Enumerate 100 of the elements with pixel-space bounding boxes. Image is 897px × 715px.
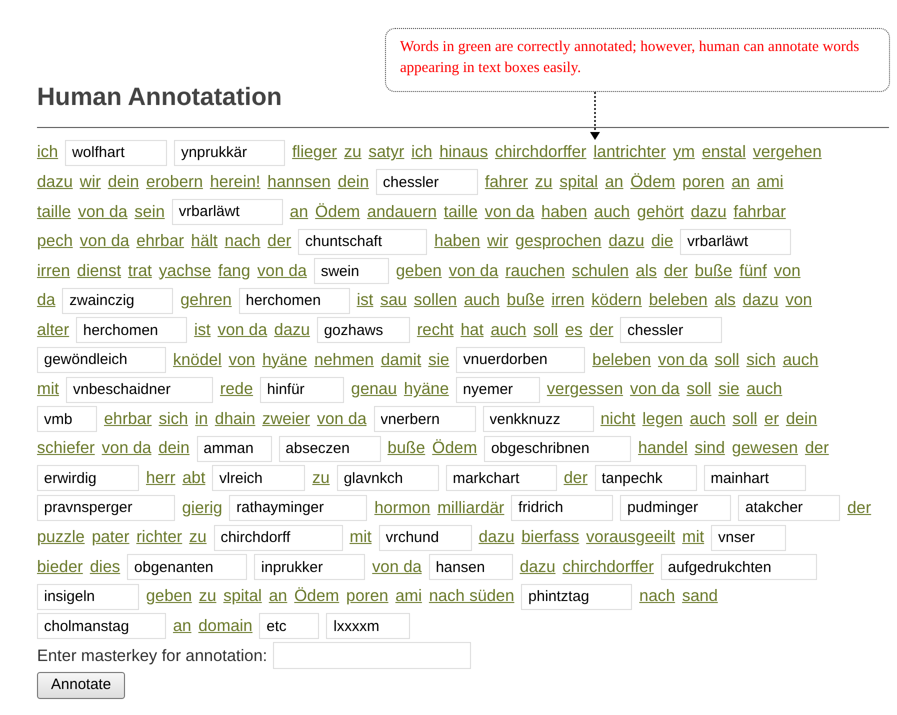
word-link[interactable]: vergehen (752, 140, 822, 166)
word-link[interactable]: geben (396, 258, 442, 284)
word-link[interactable]: sind (694, 436, 725, 462)
annotation-field[interactable]: ynprukkär (174, 140, 286, 166)
word-link[interactable]: vorausgeeilt (586, 525, 676, 550)
word-link[interactable]: handel (638, 436, 688, 462)
word-link[interactable]: herr (146, 466, 176, 491)
word-link[interactable]: puzzle (37, 525, 85, 550)
word-link[interactable]: zu (535, 170, 552, 195)
word-link[interactable]: es (565, 318, 583, 343)
word-link[interactable]: sand (682, 584, 718, 610)
annotation-field[interactable]: tanpechk (594, 465, 697, 492)
word-link[interactable]: sie (718, 377, 740, 402)
word-link[interactable]: beleben (592, 348, 652, 372)
annotation-field[interactable]: abseczen (278, 436, 381, 462)
word-link[interactable]: bierfass (521, 525, 580, 550)
word-link[interactable]: als (636, 258, 657, 284)
word-link[interactable]: von da (218, 318, 268, 343)
word-link[interactable]: von da (630, 377, 680, 402)
annotation-field[interactable]: vnerbern (374, 406, 476, 432)
word-link[interactable]: irren (37, 258, 70, 284)
word-link[interactable]: yachse (158, 258, 212, 284)
word-link[interactable]: von da (448, 258, 498, 284)
word-link[interactable]: erobern (146, 170, 203, 195)
word-link[interactable]: hyäne (404, 377, 449, 402)
word-link[interactable]: lantrichter (593, 140, 666, 166)
annotation-field[interactable]: insigeln (37, 584, 139, 610)
word-link[interactable]: da (37, 288, 56, 314)
word-link[interactable]: Ödem (432, 436, 478, 462)
word-link[interactable]: mit (350, 525, 372, 550)
annotation-field[interactable]: erwirdig (37, 465, 139, 492)
word-link[interactable]: ym (672, 140, 695, 166)
word-link[interactable]: dazu (520, 554, 556, 580)
word-link[interactable]: sau (380, 288, 407, 314)
word-link[interactable]: an (173, 614, 192, 639)
annotation-field[interactable]: vlreich (212, 465, 306, 492)
word-link[interactable]: von (774, 258, 800, 284)
annotation-field[interactable]: hinfür (260, 376, 344, 403)
annotation-field[interactable]: herchomen (238, 288, 350, 314)
word-link[interactable]: der (847, 496, 872, 520)
word-link[interactable]: geben (146, 584, 192, 610)
word-link[interactable]: legen (642, 406, 683, 432)
word-link[interactable]: der (564, 466, 588, 491)
word-link[interactable]: hyäne (262, 348, 308, 372)
annotation-field[interactable]: vrchund (378, 524, 472, 551)
word-link[interactable]: zu (344, 140, 362, 166)
word-link[interactable]: von da (257, 258, 307, 284)
word-link[interactable]: von da (658, 348, 708, 372)
annotation-field[interactable]: vnbeschaidner (66, 376, 213, 403)
word-link[interactable]: irren (551, 288, 584, 314)
word-link[interactable]: zu (312, 466, 330, 491)
annotation-field[interactable]: nyemer (456, 376, 540, 403)
word-link[interactable]: zu (189, 525, 207, 550)
annotation-field[interactable]: amman (196, 436, 272, 462)
masterkey-field[interactable] (273, 642, 472, 670)
annotation-field[interactable]: glavnkch (336, 465, 439, 492)
word-link[interactable]: fang (218, 258, 250, 284)
word-link[interactable]: an (268, 584, 288, 610)
word-link[interactable]: auch (690, 406, 726, 432)
word-link[interactable]: sich (158, 406, 188, 432)
annotation-field[interactable]: mainhart (704, 465, 806, 492)
word-link[interactable]: buße (506, 288, 544, 314)
word-link[interactable]: dein (158, 436, 190, 462)
word-link[interactable]: Ödem (630, 170, 676, 195)
annotation-field[interactable]: obgeschribnen (484, 436, 632, 462)
word-link[interactable]: mit (682, 525, 704, 550)
word-link[interactable]: ami (395, 584, 422, 610)
word-link[interactable]: ködern (591, 288, 642, 314)
word-link[interactable]: zweier (262, 406, 310, 432)
word-link[interactable]: abt (182, 466, 206, 491)
word-link[interactable]: sie (428, 348, 450, 372)
word-link[interactable]: dazu (37, 170, 73, 195)
annotation-field[interactable]: atakcher (738, 494, 840, 521)
annotation-field[interactable]: rathayminger (229, 494, 368, 521)
word-link[interactable]: alter (37, 318, 70, 343)
word-link[interactable]: auch (490, 318, 526, 343)
annotate-button[interactable]: Annotate (37, 672, 126, 700)
annotation-field[interactable]: vnuerdorben (456, 346, 586, 373)
word-link[interactable]: herein! (210, 170, 260, 195)
word-link[interactable]: nach (224, 229, 260, 254)
word-link[interactable]: soll (686, 377, 712, 402)
word-link[interactable]: genau (351, 377, 397, 402)
annotation-field[interactable]: gozhaws (316, 317, 410, 344)
word-link[interactable]: knödel (173, 348, 222, 372)
word-link[interactable]: von da (316, 406, 366, 432)
word-link[interactable]: ami (756, 170, 784, 195)
word-link[interactable]: dein (338, 170, 369, 195)
annotation-field[interactable]: fridrich (511, 494, 614, 521)
word-link[interactable]: zu (198, 584, 216, 610)
annotation-field[interactable]: chessler (376, 169, 478, 196)
word-link[interactable]: chirchdorffer (494, 140, 586, 166)
word-link[interactable]: sich (746, 348, 776, 372)
word-link[interactable]: flieger (292, 140, 338, 166)
word-link[interactable]: pater (92, 525, 130, 550)
annotation-field[interactable]: chuntschaft (298, 228, 428, 255)
word-link[interactable]: dein (108, 170, 140, 195)
word-link[interactable]: nicht (600, 406, 636, 432)
word-link[interactable]: auch (782, 348, 818, 372)
annotation-field[interactable]: vmb (37, 406, 97, 432)
word-link[interactable]: beleben (648, 288, 708, 314)
